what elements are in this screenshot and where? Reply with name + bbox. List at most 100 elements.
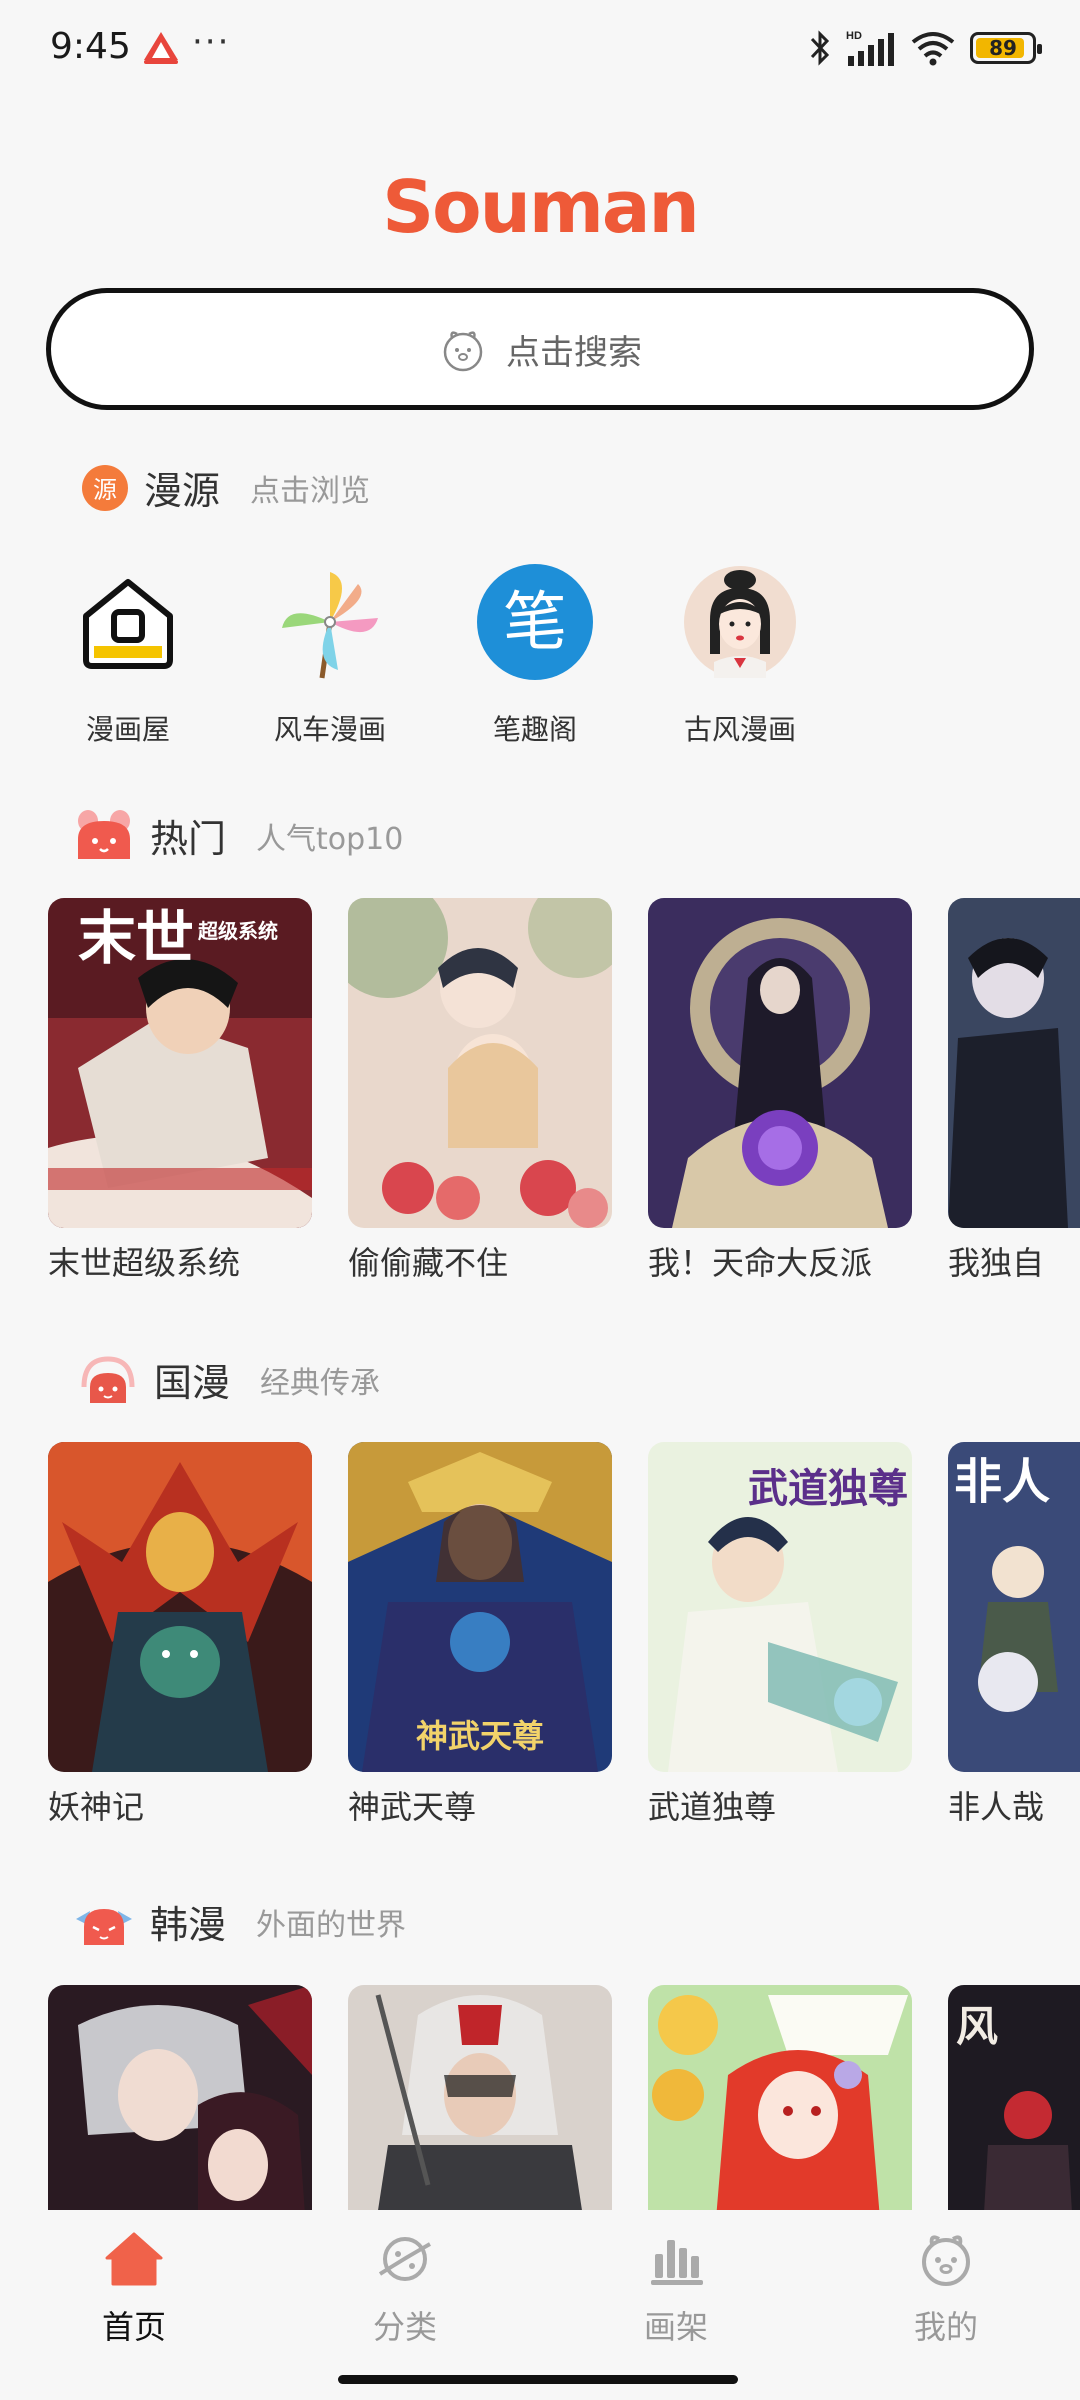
cover-art xyxy=(648,1985,912,2210)
hanman-mascot-icon xyxy=(76,1908,132,1945)
comic-card[interactable]: 神武天尊 神武天尊 xyxy=(348,1442,612,1828)
comic-title: 神武天尊 xyxy=(348,1788,477,1826)
home-indicator[interactable] xyxy=(338,2375,738,2384)
comic-card[interactable]: 武道独尊 武道独尊 xyxy=(648,1442,912,1828)
nav-label: 首页 xyxy=(101,2308,166,2346)
comic-card[interactable]: 妖神记 xyxy=(48,1442,312,1828)
source-item-manhuawu[interactable]: 漫画屋 xyxy=(48,562,208,748)
ancient-girl-icon xyxy=(684,566,796,678)
comic-cover[interactable]: 神武天尊 xyxy=(348,1442,612,1772)
comic-cover[interactable]: 风 xyxy=(948,1985,1080,2210)
cover-art: 风 xyxy=(948,1985,1080,2210)
status-time: 9:45 xyxy=(50,26,131,67)
wifi-icon xyxy=(911,32,955,66)
battery-percent: 89 xyxy=(989,36,1017,60)
cover-art: 非人 xyxy=(948,1442,1080,1772)
cover-title-text: 末世 xyxy=(78,904,194,972)
hot-comic-row[interactable]: 末世 超级系统 末世超级系统 偷偷藏不住 我！天命大反派 我独自 xyxy=(0,898,1080,1298)
section-subtitle: 人气top10 xyxy=(256,821,404,857)
source-label: 漫画屋 xyxy=(85,713,170,746)
comic-cover[interactable] xyxy=(948,898,1080,1228)
comic-card[interactable]: 我独自 xyxy=(948,898,1080,1284)
signal-icon: HD xyxy=(846,30,894,66)
source-label: 笔趣阁 xyxy=(492,713,577,746)
comic-title: 末世超级系统 xyxy=(48,1244,241,1282)
comic-cover[interactable]: 非人 xyxy=(948,1442,1080,1772)
cover-title-text: 风 xyxy=(956,2002,998,2051)
house-icon xyxy=(83,579,173,669)
cover-art xyxy=(648,898,912,1228)
cover-subtitle-text: 超级系统 xyxy=(197,919,278,943)
guoman-section-header[interactable]: 国漫 经典传承 xyxy=(78,1352,380,1407)
nav-label: 画架 xyxy=(643,2308,708,2346)
status-indicators: HD 89 xyxy=(808,28,1042,68)
pinwheel-icon xyxy=(282,572,378,679)
face-icon xyxy=(922,2235,970,2286)
comic-cover[interactable] xyxy=(648,898,912,1228)
cover-art xyxy=(948,898,1080,1228)
comic-cover[interactable]: 武道独尊 xyxy=(648,1442,912,1772)
source-badge-icon: 源 xyxy=(82,464,128,511)
comic-card[interactable]: 末世 超级系统 末世超级系统 xyxy=(48,898,312,1284)
sources-section-header[interactable]: 源 漫源 点击浏览 xyxy=(82,460,370,515)
cover-title-text: 神武天尊 xyxy=(416,1717,544,1755)
status-bar: 9:45 ··· HD 89 xyxy=(0,0,1080,100)
guoman-mascot-icon xyxy=(81,1355,135,1403)
search-placeholder: 点击搜索 xyxy=(506,332,642,373)
comic-title: 我独自 xyxy=(948,1244,1045,1282)
comic-cover[interactable] xyxy=(348,1985,612,2210)
comic-cover[interactable] xyxy=(48,1985,312,2210)
app-logo: Souman xyxy=(382,165,699,249)
nav-category[interactable]: 分类 xyxy=(305,2228,505,2348)
nav-shelf[interactable]: 画架 xyxy=(576,2228,776,2348)
hd-label: HD xyxy=(846,30,862,42)
comic-card[interactable]: 我！天命大反派 xyxy=(648,898,912,1284)
search-input[interactable]: 点击搜索 xyxy=(46,288,1034,410)
comic-card[interactable]: 非人 非人哉 xyxy=(948,1442,1080,1828)
nav-profile[interactable]: 我的 xyxy=(846,2228,1046,2348)
guoman-comic-row[interactable]: 妖神记 神武天尊 神武天尊 武道独尊 武道独尊 非人 非人哉 xyxy=(0,1442,1080,1842)
cover-title-text: 非人 xyxy=(954,1454,1050,1510)
comic-card[interactable] xyxy=(648,1985,912,2210)
source-label: 风车漫画 xyxy=(273,713,386,746)
face-icon xyxy=(443,331,483,372)
shelf-icon xyxy=(651,2240,703,2285)
source-item-fengche[interactable]: 风车漫画 xyxy=(250,562,410,748)
hanman-section-header[interactable]: 韩漫 外面的世界 xyxy=(74,1894,406,1949)
comic-cover[interactable]: 末世 超级系统 xyxy=(48,898,312,1228)
source-label: 古风漫画 xyxy=(683,713,796,746)
section-title: 漫源 xyxy=(144,469,221,513)
section-title: 热门 xyxy=(150,817,227,861)
cover-title-text: 武道独尊 xyxy=(748,1466,908,1512)
comic-title: 非人哉 xyxy=(948,1788,1045,1826)
cover-art: 神武天尊 xyxy=(348,1442,612,1772)
nav-home[interactable]: 首页 xyxy=(34,2228,234,2348)
planet-icon xyxy=(378,2237,431,2281)
comic-title: 武道独尊 xyxy=(648,1788,777,1826)
comic-card[interactable] xyxy=(48,1985,312,2210)
comic-cover[interactable] xyxy=(348,898,612,1228)
bottom-navigation: 首页 分类 画架 我的 xyxy=(0,2210,1080,2400)
section-subtitle: 经典传承 xyxy=(260,1365,381,1401)
comic-title: 偷偷藏不住 xyxy=(348,1244,509,1282)
source-item-biquge[interactable]: 笔 笔趣阁 xyxy=(455,562,615,748)
battery-icon: 89 xyxy=(970,32,1042,64)
section-subtitle: 外面的世界 xyxy=(256,1907,407,1943)
source-item-gufeng[interactable]: 古风漫画 xyxy=(660,562,820,748)
comic-card[interactable] xyxy=(348,1985,612,2210)
cover-art xyxy=(48,1442,312,1772)
comic-card[interactable]: 风 xyxy=(948,1985,1080,2210)
comic-card[interactable]: 偷偷藏不住 xyxy=(348,898,612,1284)
bluetooth-icon xyxy=(810,30,830,66)
hot-section-header[interactable]: 热门 人气top10 xyxy=(74,808,403,863)
comic-cover[interactable] xyxy=(48,1442,312,1772)
hanman-comic-row[interactable]: 风 xyxy=(0,1985,1080,2210)
cover-art xyxy=(48,1985,312,2210)
section-subtitle: 点击浏览 xyxy=(250,473,371,509)
cover-art xyxy=(348,898,612,1228)
comic-title: 我！天命大反派 xyxy=(648,1244,873,1282)
cover-art xyxy=(348,1985,612,2210)
section-title: 韩漫 xyxy=(150,1903,227,1947)
comic-cover[interactable] xyxy=(648,1985,912,2210)
cover-art: 武道独尊 xyxy=(648,1442,912,1772)
